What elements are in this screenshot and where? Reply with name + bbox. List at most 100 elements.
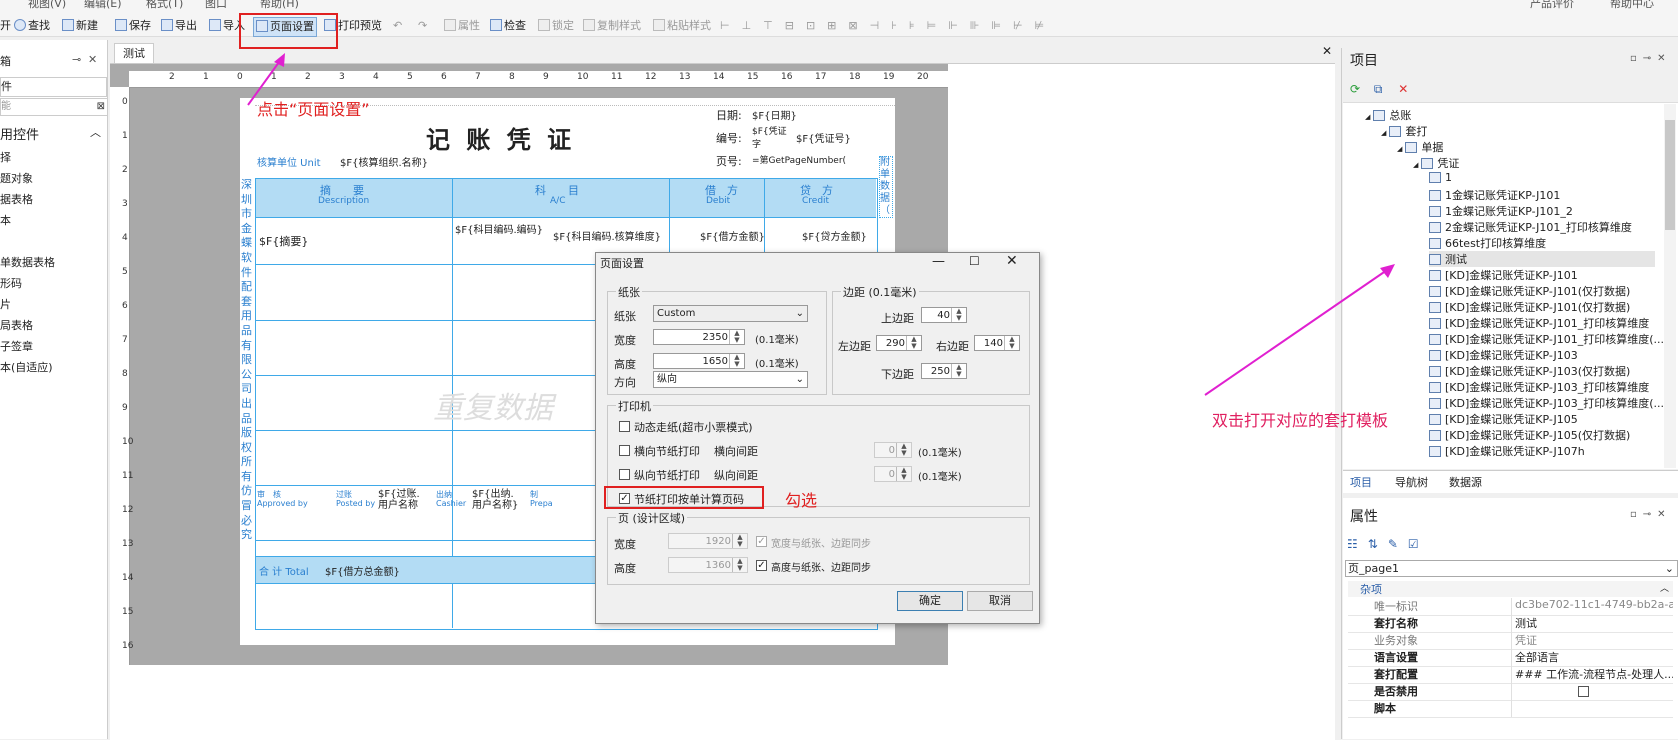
collapse-icon[interactable]: ︿ [1660, 581, 1669, 594]
spinner-icon[interactable]: ▲ ▼ [951, 308, 966, 322]
page-height-input[interactable]: 1360 ▲ ▼ [668, 557, 748, 573]
date-label[interactable]: 日期: [716, 107, 742, 123]
menu-format[interactable]: 格式(T) [146, 0, 183, 11]
spinner-icon[interactable]: ▲ ▼ [729, 330, 744, 344]
paper-select[interactable]: Custom ⌄ [653, 305, 808, 322]
product-review-link[interactable]: 产品评价 [1530, 0, 1574, 11]
events-icon[interactable]: ✎ [1388, 537, 1408, 551]
save-button[interactable]: 保存 [115, 17, 151, 35]
orientation-select[interactable]: 纵向 ⌄ [653, 371, 808, 388]
posting-user-field[interactable]: $F{过账.用户名称 [378, 489, 428, 511]
unit-label[interactable]: 核算单位 Unit [257, 154, 321, 169]
tab-test[interactable]: 测试 [114, 43, 154, 64]
maximize-icon[interactable]: ☐ [969, 254, 980, 268]
spinner-icon[interactable]: ▲ ▼ [906, 336, 921, 350]
control-item[interactable]: 片 [0, 296, 11, 312]
property-row[interactable]: 语言设置 全部语言 [1348, 649, 1673, 667]
total-field[interactable]: $F{借方总金额} [325, 563, 400, 578]
template-item[interactable]: [KD]金蝶记账凭证KP-J105 [1429, 411, 1578, 427]
col-account-en[interactable]: A/C [550, 196, 565, 206]
sync-width-checkbox[interactable]: ✓ [756, 536, 767, 547]
template-item[interactable]: [KD]金蝶记账凭证KP-J103_打印核算维度(... [1429, 395, 1664, 411]
properties-icon[interactable]: ☑ [1408, 537, 1429, 551]
category-misc[interactable]: 杂项 ︿ [1348, 581, 1673, 597]
toolbox-search-input[interactable]: 能 ⊠ [0, 98, 108, 116]
template-item[interactable]: [KD]金蝶记账凭证KP-J101(仅打数据) [1429, 283, 1630, 299]
spinner-icon[interactable]: ▲ ▼ [1004, 336, 1019, 350]
page-label[interactable]: 页号: [716, 153, 742, 169]
template-item[interactable]: [KD]金蝶记账凭证KP-J107h [1429, 443, 1585, 459]
property-row[interactable]: 套打配置 ### 工作流-流程节点-处理人... [1348, 666, 1673, 684]
spinner-icon[interactable]: ▲ ▼ [729, 354, 744, 368]
tab-project[interactable]: 项目 [1350, 474, 1372, 490]
menu-edit[interactable]: 编辑(E) [84, 0, 122, 11]
open-button[interactable]: 开 [0, 17, 11, 35]
close-icon[interactable]: ✕ [88, 53, 97, 66]
sort-category-icon[interactable]: ☷ [1347, 537, 1368, 551]
refresh-icon[interactable]: ⟳ [1350, 82, 1360, 96]
spinner-icon[interactable]: ▲ ▼ [732, 558, 747, 572]
pin-icon[interactable]: ⊸ [72, 53, 81, 66]
collapse-icon[interactable]: ︿ [90, 124, 101, 140]
template-item[interactable]: 1金蝶记账凭证KP-J101 [1429, 187, 1560, 203]
template-item[interactable]: [KD]金蝶记账凭证KP-J103(仅打数据) [1429, 363, 1630, 379]
sort-alpha-icon[interactable]: ⇅ [1368, 537, 1388, 551]
copy-icon[interactable]: ⧉ [1374, 82, 1383, 96]
property-value[interactable]: 测试 [1515, 615, 1673, 631]
lock-button[interactable]: 锁定 [538, 17, 574, 35]
tree-node[interactable]: ◢ 套打 [1381, 123, 1427, 139]
dynamic-paper-checkbox[interactable] [619, 421, 630, 432]
summary-field[interactable]: $F{摘要} [259, 233, 308, 249]
expand-icon[interactable]: ◢ [1381, 129, 1386, 137]
sync-height-checkbox[interactable]: ✓ [756, 560, 767, 571]
height-input[interactable]: 1650 ▲ ▼ [653, 353, 745, 369]
voucher-word-field[interactable]: $F{凭证字 [752, 124, 788, 150]
expand-icon[interactable]: ◢ [1397, 145, 1402, 153]
template-item[interactable]: [KD]金蝶记账凭证KP-J103 [1429, 347, 1578, 363]
menu-help[interactable]: 帮助(H) [260, 0, 299, 11]
dialog-close-icon[interactable]: ✕ [1006, 253, 1018, 269]
template-item[interactable]: [KD]金蝶记账凭证KP-J103_打印核算维度 [1429, 379, 1649, 395]
credit-field[interactable]: $F{贷方金额} [802, 228, 867, 243]
property-row[interactable]: 业务对象 凭证 [1348, 632, 1673, 650]
control-item[interactable]: 择 [0, 149, 11, 165]
col-credit-en[interactable]: Credit [802, 196, 829, 206]
tree-node[interactable]: ◢ 凭证 [1413, 155, 1459, 171]
panel-window-icons[interactable]: ▫⊸✕ [1630, 53, 1672, 64]
template-item[interactable]: [KD]金蝶记账凭证KP-J101 [1429, 267, 1578, 283]
template-item[interactable]: 1 [1429, 171, 1452, 184]
debit-field[interactable]: $F{借方金额} [700, 228, 765, 243]
property-button[interactable]: 属性 [444, 17, 480, 35]
template-item[interactable]: 66test打印核算维度 [1429, 235, 1546, 251]
form-title[interactable]: 记 账 凭 证 [426, 120, 575, 155]
spinner-icon[interactable]: ▲ ▼ [896, 443, 911, 457]
template-item[interactable]: 2金蝶记账凭证KP-J101_打印核算维度 [1429, 219, 1632, 235]
tab-datasource[interactable]: 数据源 [1449, 474, 1482, 490]
toolbox-filter-field[interactable]: 件 [0, 77, 107, 97]
redo-button[interactable]: ↷ [418, 17, 427, 35]
control-item[interactable]: 本(自适应) [0, 359, 53, 375]
cashier-user-field[interactable]: $F{出纳.用户名称} [472, 489, 522, 511]
bottom-margin-input[interactable]: 250 ▲ ▼ [921, 363, 967, 379]
control-item[interactable]: 子签章 [0, 338, 33, 354]
property-value[interactable]: ### 工作流-流程节点-处理人... [1515, 666, 1673, 682]
expand-icon[interactable]: ◢ [1365, 113, 1370, 121]
control-item[interactable]: 单数据表格 [0, 254, 55, 270]
total-label[interactable]: 合 计 Total [259, 563, 309, 578]
template-item[interactable]: 1金蝶记账凭证KP-J101_2 [1429, 203, 1573, 219]
menu-window[interactable]: 图口 [205, 0, 227, 11]
export-button[interactable]: 导出 [161, 17, 197, 35]
template-item[interactable]: [KD]金蝶记账凭证KP-J101(仅打数据) [1429, 299, 1630, 315]
tree-node[interactable]: ◢ 总账 [1365, 107, 1411, 123]
search-button[interactable]: 查找 [14, 17, 50, 35]
minimize-icon[interactable]: — [932, 254, 945, 269]
cancel-button[interactable]: 取消 [967, 591, 1033, 611]
left-margin-input[interactable]: 290 ▲ ▼ [876, 335, 922, 351]
property-row[interactable]: 唯一标识 dc3be702-11c1-4749-bb2a-a7... [1348, 598, 1673, 616]
property-window-icons[interactable]: ▫⊸✕ [1630, 509, 1672, 520]
control-item[interactable]: 本 [0, 212, 11, 228]
expand-icon[interactable]: ◢ [1413, 161, 1418, 169]
clear-icon[interactable]: ⊠ [97, 99, 105, 115]
col-summary-en[interactable]: Description [318, 196, 369, 206]
spinner-icon[interactable]: ▲ ▼ [732, 534, 747, 548]
